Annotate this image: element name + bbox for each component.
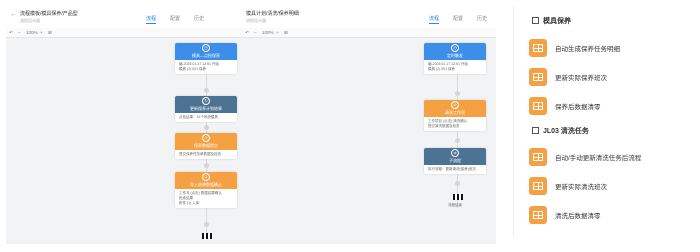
zoom-out-icon[interactable]: − — [18, 30, 21, 35]
zoom-level: 100% — [26, 30, 38, 35]
node-text: 提交清洗数据及检查 — [428, 124, 460, 128]
subprocess-icon: ⇉ — [451, 149, 459, 157]
flow-designer-panel-left: ← 流程模板/模具保养/产品型 流程设计器 流程 配置 历史 ↶ − 100% … — [6, 8, 244, 244]
flow-subtitle: 流程设计器 — [20, 18, 40, 23]
tab-bar: 流程 配置 历史 — [146, 15, 204, 24]
table-icon — [529, 177, 547, 195]
tab-flow[interactable]: 流程 — [146, 15, 157, 24]
zoom-in-icon[interactable]: + — [40, 30, 43, 35]
node-title: 保养数据提交 — [194, 143, 218, 148]
zoom-toolbar: ↶ − 100% + ⊞ — [6, 28, 244, 38]
table-icon — [529, 97, 547, 115]
user-icon: ☺ — [202, 173, 210, 181]
tab-bar: 流程 配置 历史 — [429, 15, 487, 24]
feature-label: 自动生成保养任务明细 — [555, 46, 620, 53]
node-title: 更新保养计划结果 — [190, 106, 222, 111]
flow-node-confirm[interactable]: ☺ 导入结果数据确认 工作流 (点击) 数据结果确认 批准结果 附件 (1) 入库 — [175, 172, 237, 208]
flow-subtitle: 流程设计器 — [246, 18, 266, 23]
feature-item[interactable]: 保养后数据清零 — [529, 96, 694, 116]
flow-node-subprocess[interactable]: ⇉ 子流程 执行流程：更新清洗(保养)班次 — [424, 148, 486, 174]
node-text: 提交保养任务单数据及检查 — [179, 152, 221, 156]
undo-icon[interactable]: ↶ — [245, 30, 249, 36]
fit-screen-icon[interactable]: ⊞ — [48, 30, 52, 36]
user-icon: ☺ — [451, 101, 459, 109]
flow-end-icon — [453, 194, 463, 200]
node-title: 导入结果数据确认 — [190, 182, 222, 187]
section-title-text: JL03 清洗任务 — [543, 128, 589, 135]
feature-item[interactable]: 更新实际保养班次 — [529, 67, 694, 87]
flow-node-trigger[interactable]: ◷ 定时触发 编-2025.01.17 12:51 开始 模具 (2) 001 保养 — [424, 43, 486, 74]
back-arrow-icon[interactable]: ← — [10, 11, 17, 18]
zoom-toolbar: ↶ − 100% + ⊞ — [242, 28, 496, 38]
table-icon — [529, 39, 547, 57]
flow-node-clean[interactable]: ☺ 清洗工作项 工作项目 (点击) 清洗确认 提交清洗数据及检查 — [424, 100, 486, 131]
flow-node-start[interactable]: ◷ 模具—点检保养 编-2025.01.17 12:51 开始 模具 (2) 001… — [175, 43, 237, 74]
clock-icon: ◷ — [451, 44, 459, 52]
add-node-connector[interactable] — [204, 125, 209, 130]
fit-screen-icon[interactable]: ⊞ — [284, 30, 288, 36]
tab-flow[interactable]: 流程 — [429, 15, 440, 24]
node-text: 点检结果：31个系统模具 — [179, 115, 218, 119]
tab-history[interactable]: 历史 — [477, 15, 487, 24]
node-text: 模具 (2) 001 保养 — [428, 67, 456, 71]
section-title-cleaning: JL03 清洗任务 — [532, 126, 589, 136]
add-node-connector[interactable] — [455, 138, 460, 143]
add-node-connector[interactable] — [204, 88, 209, 93]
feature-item[interactable]: 清洗后数据清零 — [529, 205, 694, 225]
flow-end-label: 流程结束 — [448, 203, 462, 207]
undo-icon[interactable]: ↶ — [9, 30, 13, 36]
flow-end-icon — [202, 233, 212, 239]
node-text: 模具 (2) 001 保养 — [179, 67, 207, 71]
node-title: 定时触发 — [447, 53, 463, 58]
calendar-icon — [532, 17, 539, 24]
sync-icon: ↻ — [202, 97, 210, 105]
zoom-out-icon[interactable]: − — [254, 30, 257, 35]
section-title-text: 模具保养 — [543, 18, 571, 25]
feature-label: 更新实际保养班次 — [555, 75, 607, 82]
feature-item[interactable]: 自动生成保养任务明细 — [529, 38, 694, 58]
feature-label: 保养后数据清零 — [555, 104, 601, 111]
tab-config[interactable]: 配置 — [170, 15, 180, 24]
add-node-connector[interactable] — [204, 163, 209, 168]
feature-label: 更新实际清洗班次 — [555, 184, 607, 191]
feature-label: 清洗后数据清零 — [555, 213, 601, 220]
add-node-connector[interactable] — [455, 181, 460, 186]
flow-designer-panel-middle: 模具计划/清洗/保养明细 流程设计器 流程 配置 历史 ↶ − 100% + ⊞… — [242, 8, 496, 244]
table-icon — [529, 68, 547, 86]
add-node-connector[interactable] — [204, 222, 209, 227]
section-title-maintenance: 模具保养 — [532, 16, 571, 26]
panel-header: ← 流程模板/模具保养/产品型 流程设计器 流程 配置 历史 — [6, 8, 244, 28]
node-title: 模具—点检保养 — [192, 53, 220, 58]
flow-title: 模具计划/清洗/保养明细 — [246, 11, 299, 17]
node-title: 清洗工作项 — [445, 110, 465, 115]
zoom-level: 100% — [262, 30, 274, 35]
feature-item[interactable]: 更新实际清洗班次 — [529, 176, 694, 196]
clock-icon: ◷ — [202, 44, 210, 52]
user-icon: ☺ — [202, 134, 210, 142]
feature-item[interactable]: 自动/手动更新清洗任务后流程 — [529, 147, 694, 167]
tab-history[interactable]: 历史 — [194, 15, 204, 24]
feature-label: 自动/手动更新清洗任务后流程 — [555, 155, 642, 162]
table-icon — [529, 148, 547, 166]
flow-title: 流程模板/模具保养/产品型 — [20, 11, 78, 17]
flow-node-update[interactable]: ↻ 更新保养计划结果 点检结果：31个系统模具 — [175, 96, 237, 122]
flow-node-submit[interactable]: ☺ 保养数据提交 提交保养任务单数据及检查 — [175, 133, 237, 159]
zoom-in-icon[interactable]: + — [276, 30, 279, 35]
tab-config[interactable]: 配置 — [453, 15, 463, 24]
node-text: 执行流程：更新清洗(保养)班次 — [428, 167, 476, 171]
table-icon — [529, 206, 547, 224]
node-text: 附件 (1) 入库 — [179, 201, 200, 205]
feature-list-panel: 模具保养 自动生成保养任务明细 更新实际保养班次 保养后数据清零 JL03 清洗… — [520, 0, 700, 252]
node-title: 子流程 — [449, 158, 461, 163]
panel-header: 模具计划/清洗/保养明细 流程设计器 流程 配置 历史 — [242, 8, 496, 28]
add-node-connector[interactable] — [455, 91, 460, 96]
wrench-icon — [532, 127, 539, 134]
